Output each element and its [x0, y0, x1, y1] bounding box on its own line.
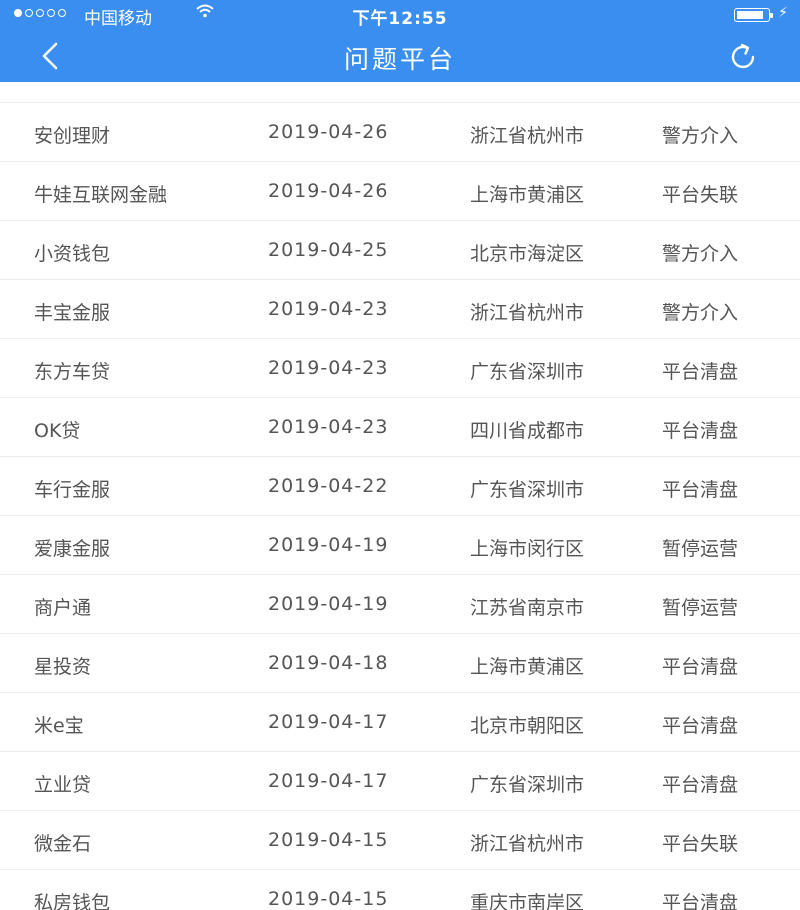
platform-status: 暂停运营 — [662, 538, 739, 560]
platform-name: 车行金服 — [34, 479, 111, 501]
platform-location: 广东省深圳市 — [470, 479, 585, 501]
platform-date: 2019-04-25 — [268, 239, 389, 261]
platform-name: 爱康金服 — [34, 538, 111, 560]
platform-name: OK贷 — [34, 420, 81, 442]
platform-name: 丰宝金服 — [34, 302, 111, 324]
platform-location: 广东省深圳市 — [470, 774, 585, 796]
platform-date: 2019-04-17 — [268, 770, 389, 792]
status-time: 下午12:55 — [352, 9, 448, 29]
platform-date: 2019-04-22 — [268, 475, 389, 497]
platform-name: 米e宝 — [34, 715, 84, 737]
platform-name: 小资钱包 — [34, 243, 111, 265]
platform-row[interactable]: 立业贷 2019-04-17 广东省深圳市 平台清盘 — [0, 752, 800, 811]
platform-row[interactable]: 米e宝 2019-04-17 北京市朝阳区 平台清盘 — [0, 693, 800, 752]
platform-date: 2019-04-15 — [268, 829, 389, 851]
platform-row[interactable]: 爱康金服 2019-04-19 上海市闵行区 暂停运营 — [0, 516, 800, 575]
platform-status: 平台失联 — [662, 833, 739, 855]
platform-date: 2019-04-15 — [268, 888, 389, 910]
platform-date: 2019-04-19 — [268, 534, 389, 556]
platform-status: 平台清盘 — [662, 656, 739, 678]
platform-location: 重庆市南岸区 — [470, 892, 585, 910]
platform-status: 平台失联 — [662, 184, 739, 206]
platform-name: 东方车贷 — [34, 361, 111, 383]
platform-location: 浙江省杭州市 — [470, 125, 585, 147]
platform-name: 立业贷 — [34, 774, 92, 796]
platform-name: 牛娃互联网金融 — [34, 184, 168, 206]
platform-location: 四川省成都市 — [470, 420, 585, 442]
platform-location: 北京市朝阳区 — [470, 715, 585, 737]
platform-name: 商户通 — [34, 597, 92, 619]
navigation-bar: 问题平台 — [0, 30, 800, 82]
platform-row[interactable]: 私房钱包 2019-04-15 重庆市南岸区 平台清盘 — [0, 870, 800, 910]
platform-row[interactable]: 小资钱包 2019-04-25 北京市海淀区 警方介入 — [0, 221, 800, 280]
platform-date: 2019-04-23 — [268, 416, 389, 438]
platform-location: 浙江省杭州市 — [470, 302, 585, 324]
platform-location: 上海市闵行区 — [470, 538, 585, 560]
platform-date: 2019-04-18 — [268, 652, 389, 674]
platform-date: 2019-04-23 — [268, 298, 389, 320]
platform-date: 2019-04-26 — [268, 180, 389, 202]
charging-icon: ⚡ — [778, 5, 788, 21]
refresh-icon — [731, 43, 755, 69]
platform-location: 广东省深圳市 — [470, 361, 585, 383]
platform-row[interactable]: 星投资 2019-04-18 上海市黄浦区 平台清盘 — [0, 634, 800, 693]
list-top-spacer — [0, 82, 800, 103]
platform-name: 安创理财 — [34, 125, 111, 147]
refresh-button[interactable] — [726, 39, 762, 75]
platform-row[interactable]: OK贷 2019-04-23 四川省成都市 平台清盘 — [0, 398, 800, 457]
platform-status: 平台清盘 — [662, 715, 739, 737]
platform-status: 警方介入 — [662, 302, 739, 324]
platform-name: 星投资 — [34, 656, 92, 678]
platform-date: 2019-04-26 — [268, 121, 389, 143]
platform-date: 2019-04-19 — [268, 593, 389, 615]
platform-location: 江苏省南京市 — [470, 597, 585, 619]
platform-row[interactable]: 丰宝金服 2019-04-23 浙江省杭州市 警方介入 — [0, 280, 800, 339]
platform-row[interactable]: 车行金服 2019-04-22 广东省深圳市 平台清盘 — [0, 457, 800, 516]
platform-status: 平台清盘 — [662, 361, 739, 383]
status-bar: 中国移动 下午12:55 ⚡ — [0, 0, 800, 30]
platform-row[interactable]: 微金石 2019-04-15 浙江省杭州市 平台失联 — [0, 811, 800, 870]
problem-platform-list: 安创理财 2019-04-26 浙江省杭州市 警方介入 牛娃互联网金融 2019-04-2… — [0, 82, 800, 910]
page-title: 问题平台 — [343, 45, 456, 74]
platform-status: 警方介入 — [662, 243, 739, 265]
platform-name: 微金石 — [34, 833, 92, 855]
battery-icon — [734, 8, 773, 22]
platform-status: 警方介入 — [662, 125, 739, 147]
phone-screen: 中国移动 下午12:55 ⚡ 问题平台 安创理财 2019-04-26 浙江省杭… — [0, 0, 800, 910]
platform-location: 上海市黄浦区 — [470, 184, 585, 206]
platform-row[interactable]: 东方车贷 2019-04-23 广东省深圳市 平台清盘 — [0, 339, 800, 398]
platform-status: 平台清盘 — [662, 420, 739, 442]
platform-location: 浙江省杭州市 — [470, 833, 585, 855]
platform-status: 暂停运营 — [662, 597, 739, 619]
platform-row[interactable]: 商户通 2019-04-19 江苏省南京市 暂停运营 — [0, 575, 800, 634]
platform-location: 上海市黄浦区 — [470, 656, 585, 678]
platform-status: 平台清盘 — [662, 479, 739, 501]
platform-status: 平台清盘 — [662, 892, 739, 910]
battery-level — [737, 11, 763, 19]
platform-name: 私房钱包 — [34, 892, 111, 910]
platform-row[interactable]: 牛娃互联网金融 2019-04-26 上海市黄浦区 平台失联 — [0, 162, 800, 221]
platform-status: 平台清盘 — [662, 774, 739, 796]
platform-row[interactable]: 安创理财 2019-04-26 浙江省杭州市 警方介入 — [0, 103, 800, 162]
platform-date: 2019-04-23 — [268, 357, 389, 379]
platform-location: 北京市海淀区 — [470, 243, 585, 265]
platform-date: 2019-04-17 — [268, 711, 389, 733]
